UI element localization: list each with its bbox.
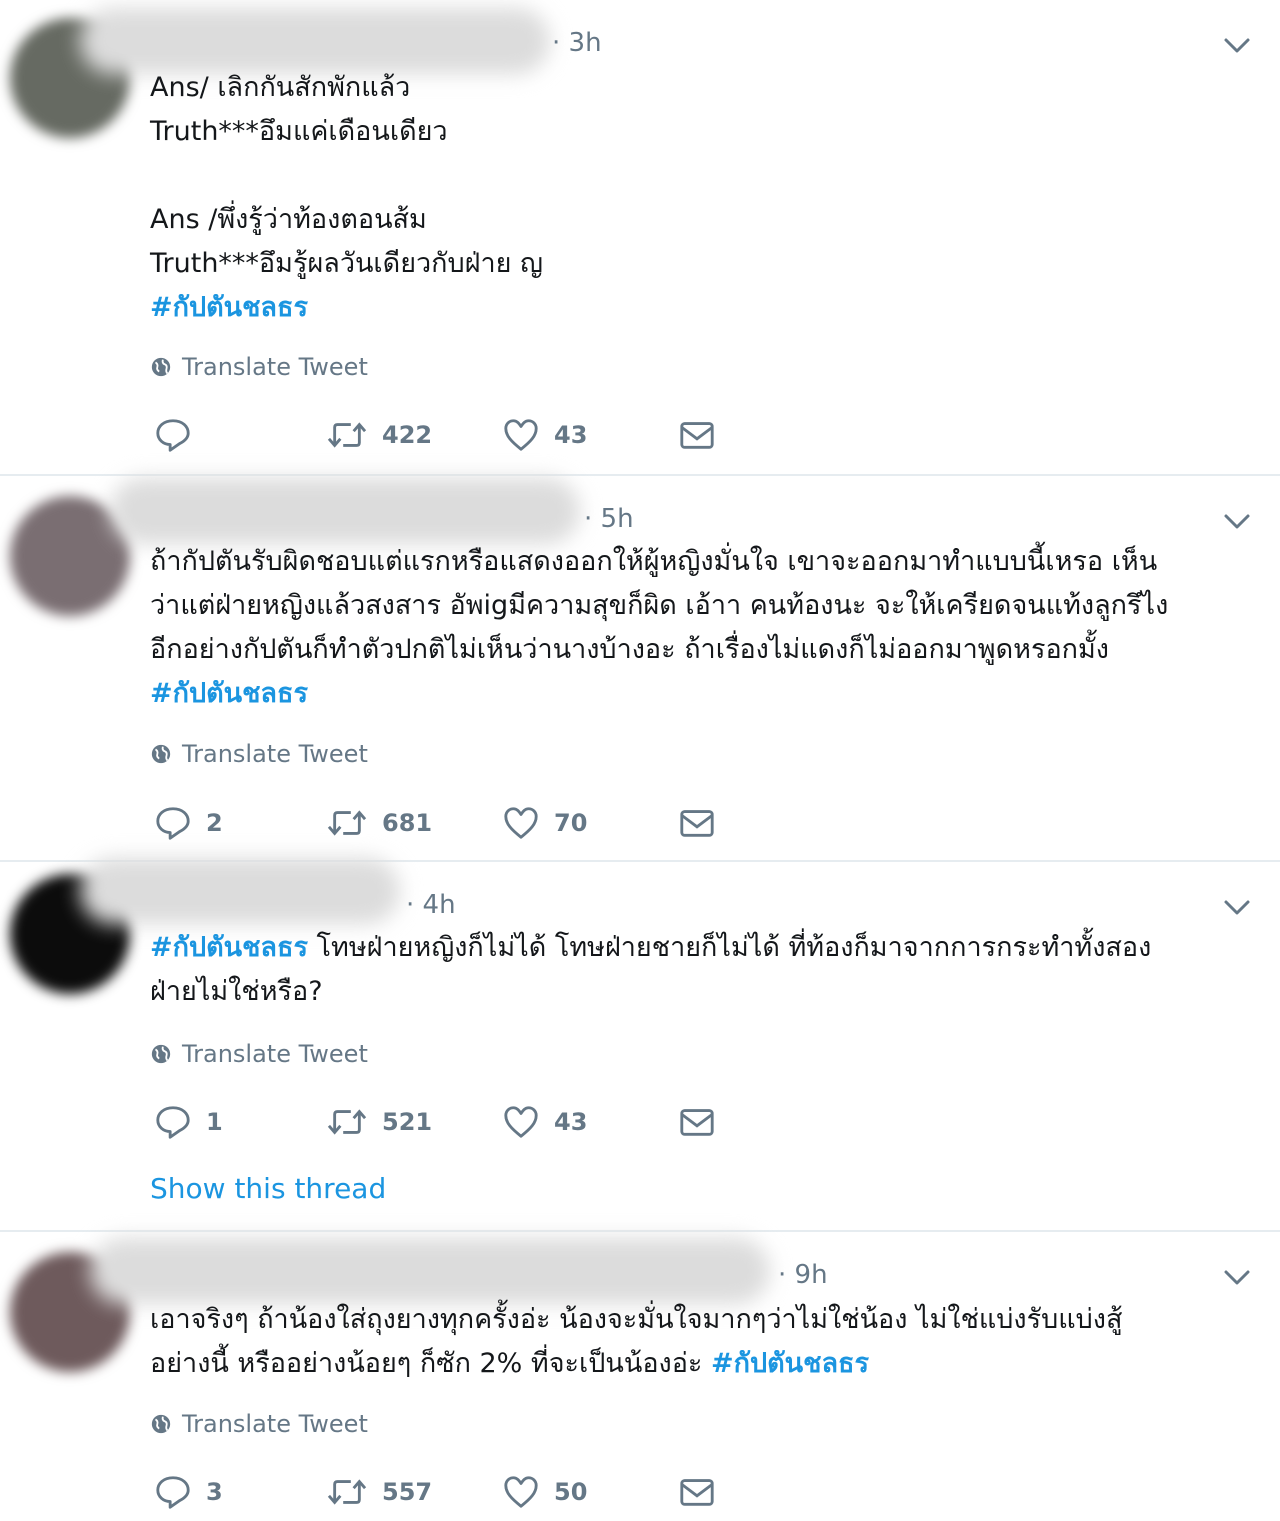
reply-icon <box>154 1473 192 1511</box>
globe-icon <box>150 356 172 378</box>
direct-message-button[interactable] <box>678 1472 716 1512</box>
reply-icon <box>154 1103 192 1141</box>
reply-button[interactable] <box>154 415 206 455</box>
retweet-button[interactable]: 681 <box>326 803 432 843</box>
tweet[interactable]: · 3h Ans/ เลิกกันสักพักแล้ว Truth***อึมแ… <box>0 0 1280 476</box>
translate-tweet-link[interactable]: Translate Tweet <box>150 1409 368 1439</box>
hashtag-link[interactable]: #กัปตันชลธร <box>150 672 1240 716</box>
tweet-actions: 3 557 50 <box>150 1472 750 1512</box>
retweet-icon <box>326 804 368 842</box>
tweet-timestamp[interactable]: · 3h <box>552 28 602 58</box>
hashtag-link[interactable]: #กัปตันชลธร <box>150 932 308 963</box>
like-button[interactable]: 50 <box>502 1472 587 1512</box>
tweet-text: ถ้ากัปตันรับผิดชอบแต่แรกหรือแสดงออกให้ผู… <box>150 540 1240 716</box>
like-button[interactable]: 43 <box>502 1102 587 1142</box>
tweet-timestamp[interactable]: · 9h <box>778 1260 828 1290</box>
hashtag-link[interactable]: #กัปตันชลธร <box>150 286 1240 330</box>
chevron-down-icon[interactable] <box>1222 30 1252 60</box>
envelope-icon <box>678 1103 716 1141</box>
retweet-icon <box>326 1103 368 1141</box>
retweet-icon <box>326 1473 368 1511</box>
hashtag-link[interactable]: #กัปตันชลธร <box>711 1348 869 1379</box>
translate-tweet-link[interactable]: Translate Tweet <box>150 1039 368 1069</box>
like-button[interactable]: 70 <box>502 803 587 843</box>
tweet-text: #กัปตันชลธร โทษฝ่ายหญิงก็ไม่ได้ โทษฝ่ายช… <box>150 932 1152 1007</box>
show-thread-link[interactable]: Show this thread <box>150 1172 386 1205</box>
envelope-icon <box>678 1473 716 1511</box>
globe-icon <box>150 1413 172 1435</box>
tweet-actions: 1 521 43 <box>150 1102 750 1142</box>
reply-button[interactable]: 2 <box>154 803 223 843</box>
tweet[interactable]: · 9h เอาจริงๆ ถ้าน้องใส่ถุงยางทุกครั้งอ่… <box>0 1232 1280 1521</box>
envelope-icon <box>678 804 716 842</box>
tweet-text: เอาจริงๆ ถ้าน้องใส่ถุงยางทุกครั้งอ่ะ น้อ… <box>150 1304 1123 1379</box>
retweet-button[interactable]: 557 <box>326 1472 432 1512</box>
blurred-author-name <box>110 478 580 544</box>
tweet-actions: 2 681 70 <box>150 803 750 843</box>
tweet[interactable]: · 4h #กัปตันชลธร โทษฝ่ายหญิงก็ไม่ได้ โทษ… <box>0 858 1280 1232</box>
blurred-author-name <box>80 858 400 924</box>
direct-message-button[interactable] <box>678 803 716 843</box>
translate-tweet-link[interactable]: Translate Tweet <box>150 739 368 769</box>
like-button[interactable]: 43 <box>502 415 587 455</box>
retweet-button[interactable]: 422 <box>326 415 432 455</box>
retweet-icon <box>326 416 368 454</box>
heart-icon <box>502 1473 540 1511</box>
blurred-author-name <box>90 1238 770 1304</box>
tweet-text: Ans/ เลิกกันสักพักแล้ว Truth***อึมแค่เดื… <box>150 66 1240 330</box>
reply-icon <box>154 804 192 842</box>
reply-button[interactable]: 3 <box>154 1472 223 1512</box>
globe-icon <box>150 743 172 765</box>
retweet-button[interactable]: 521 <box>326 1102 432 1142</box>
tweet-timestamp[interactable]: · 4h <box>406 890 456 920</box>
tweet[interactable]: · 5h ถ้ากัปตันรับผิดชอบแต่แรกหรือแสดงออก… <box>0 476 1280 862</box>
chevron-down-icon[interactable] <box>1222 506 1252 536</box>
blurred-author-name <box>80 8 550 74</box>
reply-button[interactable]: 1 <box>154 1102 223 1142</box>
heart-icon <box>502 804 540 842</box>
globe-icon <box>150 1043 172 1065</box>
direct-message-button[interactable] <box>678 1102 716 1142</box>
tweet-actions: 422 43 <box>150 415 750 455</box>
heart-icon <box>502 416 540 454</box>
translate-tweet-link[interactable]: Translate Tweet <box>150 352 368 382</box>
chevron-down-icon[interactable] <box>1222 892 1252 922</box>
heart-icon <box>502 1103 540 1141</box>
chevron-down-icon[interactable] <box>1222 1262 1252 1292</box>
envelope-icon <box>678 416 716 454</box>
reply-icon <box>154 416 192 454</box>
tweet-timestamp[interactable]: · 5h <box>584 504 634 534</box>
direct-message-button[interactable] <box>678 415 716 455</box>
